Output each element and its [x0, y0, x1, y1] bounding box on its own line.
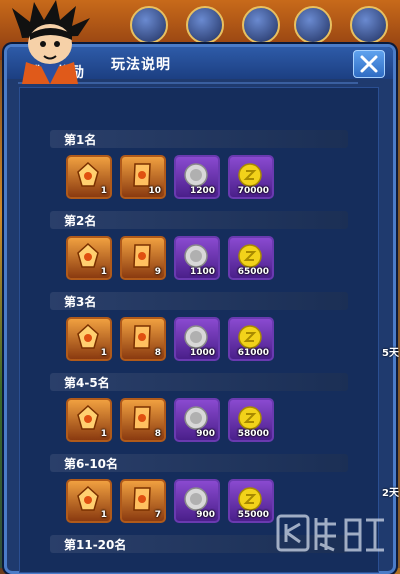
- reward-item-dragon-ball[interactable]: 1: [66, 236, 112, 280]
- reward-quantity: 8: [154, 348, 161, 358]
- reward-item-card[interactable]: 8: [120, 398, 166, 442]
- reward-quantity: 1: [100, 429, 107, 439]
- dialog-title: 玩法说明: [111, 57, 171, 73]
- reward-item-dragon-ball[interactable]: 1: [66, 479, 112, 523]
- dragon-ball-orange-icon: [77, 162, 99, 187]
- reward-quantity: 55000: [237, 510, 269, 520]
- reward-quantity: 1200: [189, 186, 215, 196]
- reward-item-gold-coin[interactable]: 55000: [228, 479, 274, 523]
- rank-header: 第6-10名: [50, 454, 348, 472]
- rank-label: 第11-20名: [64, 538, 127, 552]
- rank-label: 第6-10名: [64, 457, 119, 471]
- reward-item-silver-coin[interactable]: 900: [174, 398, 220, 442]
- dragon-card-icon: [133, 163, 151, 187]
- rank-label: 第1名: [64, 133, 97, 147]
- reward-item-gold-coin[interactable]: 70000: [228, 155, 274, 199]
- silver-coin-icon: [184, 325, 208, 349]
- edge-text-1: 5天: [382, 348, 399, 359]
- reward-item-card[interactable]: 9: [120, 236, 166, 280]
- rank-header: 第2名: [50, 211, 348, 229]
- reward-quantity: 1100: [189, 267, 215, 277]
- reward-quantity: 70000: [237, 186, 269, 196]
- dragon-card-icon: [133, 325, 151, 349]
- reward-quantity: 8: [154, 429, 161, 439]
- silver-coin-icon: [184, 487, 208, 511]
- silver-coin-icon: [184, 163, 208, 187]
- reward-quantity: 1000: [189, 348, 215, 358]
- reward-quantity: 61000: [237, 348, 269, 358]
- reward-quantity: 900: [196, 510, 215, 520]
- edge-text-2: 2天: [382, 488, 399, 499]
- reward-quantity: 1: [100, 348, 107, 358]
- rank-header: 第1名: [50, 130, 348, 148]
- close-icon: [360, 55, 378, 73]
- rank-label: 第3名: [64, 295, 97, 309]
- site-watermark-logo: [276, 514, 384, 552]
- dragon-ball-orange-icon: [77, 243, 99, 268]
- reward-item-silver-coin[interactable]: 1000: [174, 317, 220, 361]
- reward-quantity: 900: [196, 429, 215, 439]
- top-menu-icon-5: [350, 6, 388, 44]
- reward-item-card[interactable]: 8: [120, 317, 166, 361]
- zeni-gold-coin-icon: [238, 325, 262, 349]
- reward-quantity: 1: [100, 186, 107, 196]
- close-button[interactable]: [353, 50, 385, 78]
- treasure-chest-icon: [186, 6, 224, 44]
- zeni-gold-coin-icon: [238, 487, 262, 511]
- cat-icon: [242, 6, 280, 44]
- dragon-card-icon: [133, 406, 151, 430]
- reward-item-dragon-ball[interactable]: 1: [66, 398, 112, 442]
- trophy-icon: [294, 6, 332, 44]
- rank-header: 第3名: [50, 292, 348, 310]
- reward-quantity: 58000: [237, 429, 269, 439]
- reward-item-silver-coin[interactable]: 900: [174, 479, 220, 523]
- reward-quantity: 10: [148, 186, 161, 196]
- zeni-gold-coin-icon: [238, 244, 262, 268]
- dragon-ball-orange-icon: [77, 324, 99, 349]
- reward-item-silver-coin[interactable]: 1100: [174, 236, 220, 280]
- reward-quantity: 7: [154, 510, 161, 520]
- reward-item-gold-coin[interactable]: 65000: [228, 236, 274, 280]
- reward-item-dragon-ball[interactable]: 1: [66, 155, 112, 199]
- reward-quantity: 65000: [237, 267, 269, 277]
- dragon-ball-orange-icon: [77, 486, 99, 511]
- silver-coin-icon: [184, 406, 208, 430]
- reward-quantity: 1: [100, 510, 107, 520]
- reward-item-silver-coin[interactable]: 1200: [174, 155, 220, 199]
- silver-coin-icon: [184, 244, 208, 268]
- reward-item-gold-coin[interactable]: 61000: [228, 317, 274, 361]
- dragon-card-icon: [133, 244, 151, 268]
- rank-header: 第4-5名: [50, 373, 348, 391]
- zeni-gold-coin-icon: [238, 406, 262, 430]
- reward-item-dragon-ball[interactable]: 1: [66, 317, 112, 361]
- reward-item-card[interactable]: 7: [120, 479, 166, 523]
- dragon-ball-orange-icon: [77, 405, 99, 430]
- reward-item-gold-coin[interactable]: 58000: [228, 398, 274, 442]
- top-menu-icon-1: [130, 6, 168, 44]
- reward-quantity: 9: [154, 267, 161, 277]
- dragon-card-icon: [133, 487, 151, 511]
- zeni-gold-coin-icon: [238, 163, 262, 187]
- character-avatar: [12, 0, 90, 84]
- rank-label: 第2名: [64, 214, 97, 228]
- reward-quantity: 1: [100, 267, 107, 277]
- rank-label: 第4-5名: [64, 376, 110, 390]
- reward-item-card[interactable]: 10: [120, 155, 166, 199]
